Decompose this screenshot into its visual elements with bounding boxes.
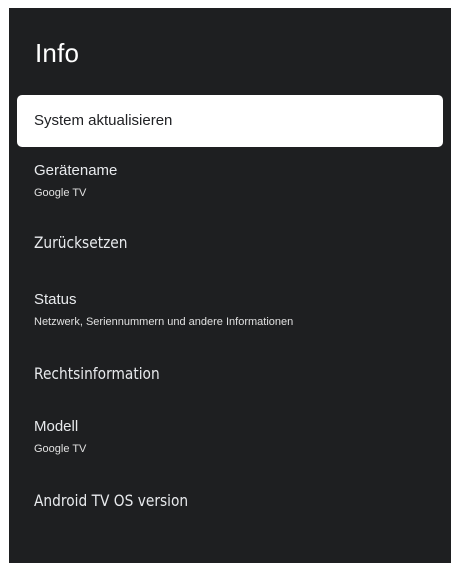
menu-item-value: Google TV: [34, 187, 87, 199]
menu-item-system-update[interactable]: System aktualisieren: [17, 95, 443, 147]
menu-item-device-name[interactable]: Gerätename Google TV: [17, 162, 443, 208]
menu-item-legal-info[interactable]: Rechtsinformation: [17, 365, 443, 391]
menu-item-label: Zurücksetzen: [34, 233, 128, 252]
settings-panel: Info System aktualisieren Gerätename Goo…: [9, 8, 451, 563]
menu-item-status[interactable]: Status Netzwerk, Seriennummern und ander…: [17, 291, 443, 337]
menu-item-label: System aktualisieren: [34, 112, 173, 129]
menu-item-android-tv-os-version[interactable]: Android TV OS version: [17, 492, 443, 518]
menu-item-label: Status: [34, 291, 77, 308]
page-title: Info: [35, 38, 80, 68]
menu-item-model[interactable]: Modell Google TV: [17, 418, 443, 464]
menu-item-label: Modell: [34, 418, 79, 435]
menu-item-reset[interactable]: Zurücksetzen: [17, 234, 443, 260]
menu-item-label: Android TV OS version: [34, 491, 189, 510]
menu-item-label: Gerätename: [34, 162, 118, 179]
menu-item-value: Google TV: [34, 443, 87, 455]
menu-item-label: Rechtsinformation: [34, 364, 160, 383]
menu-item-value: Netzwerk, Seriennummern und andere Infor…: [34, 316, 294, 328]
